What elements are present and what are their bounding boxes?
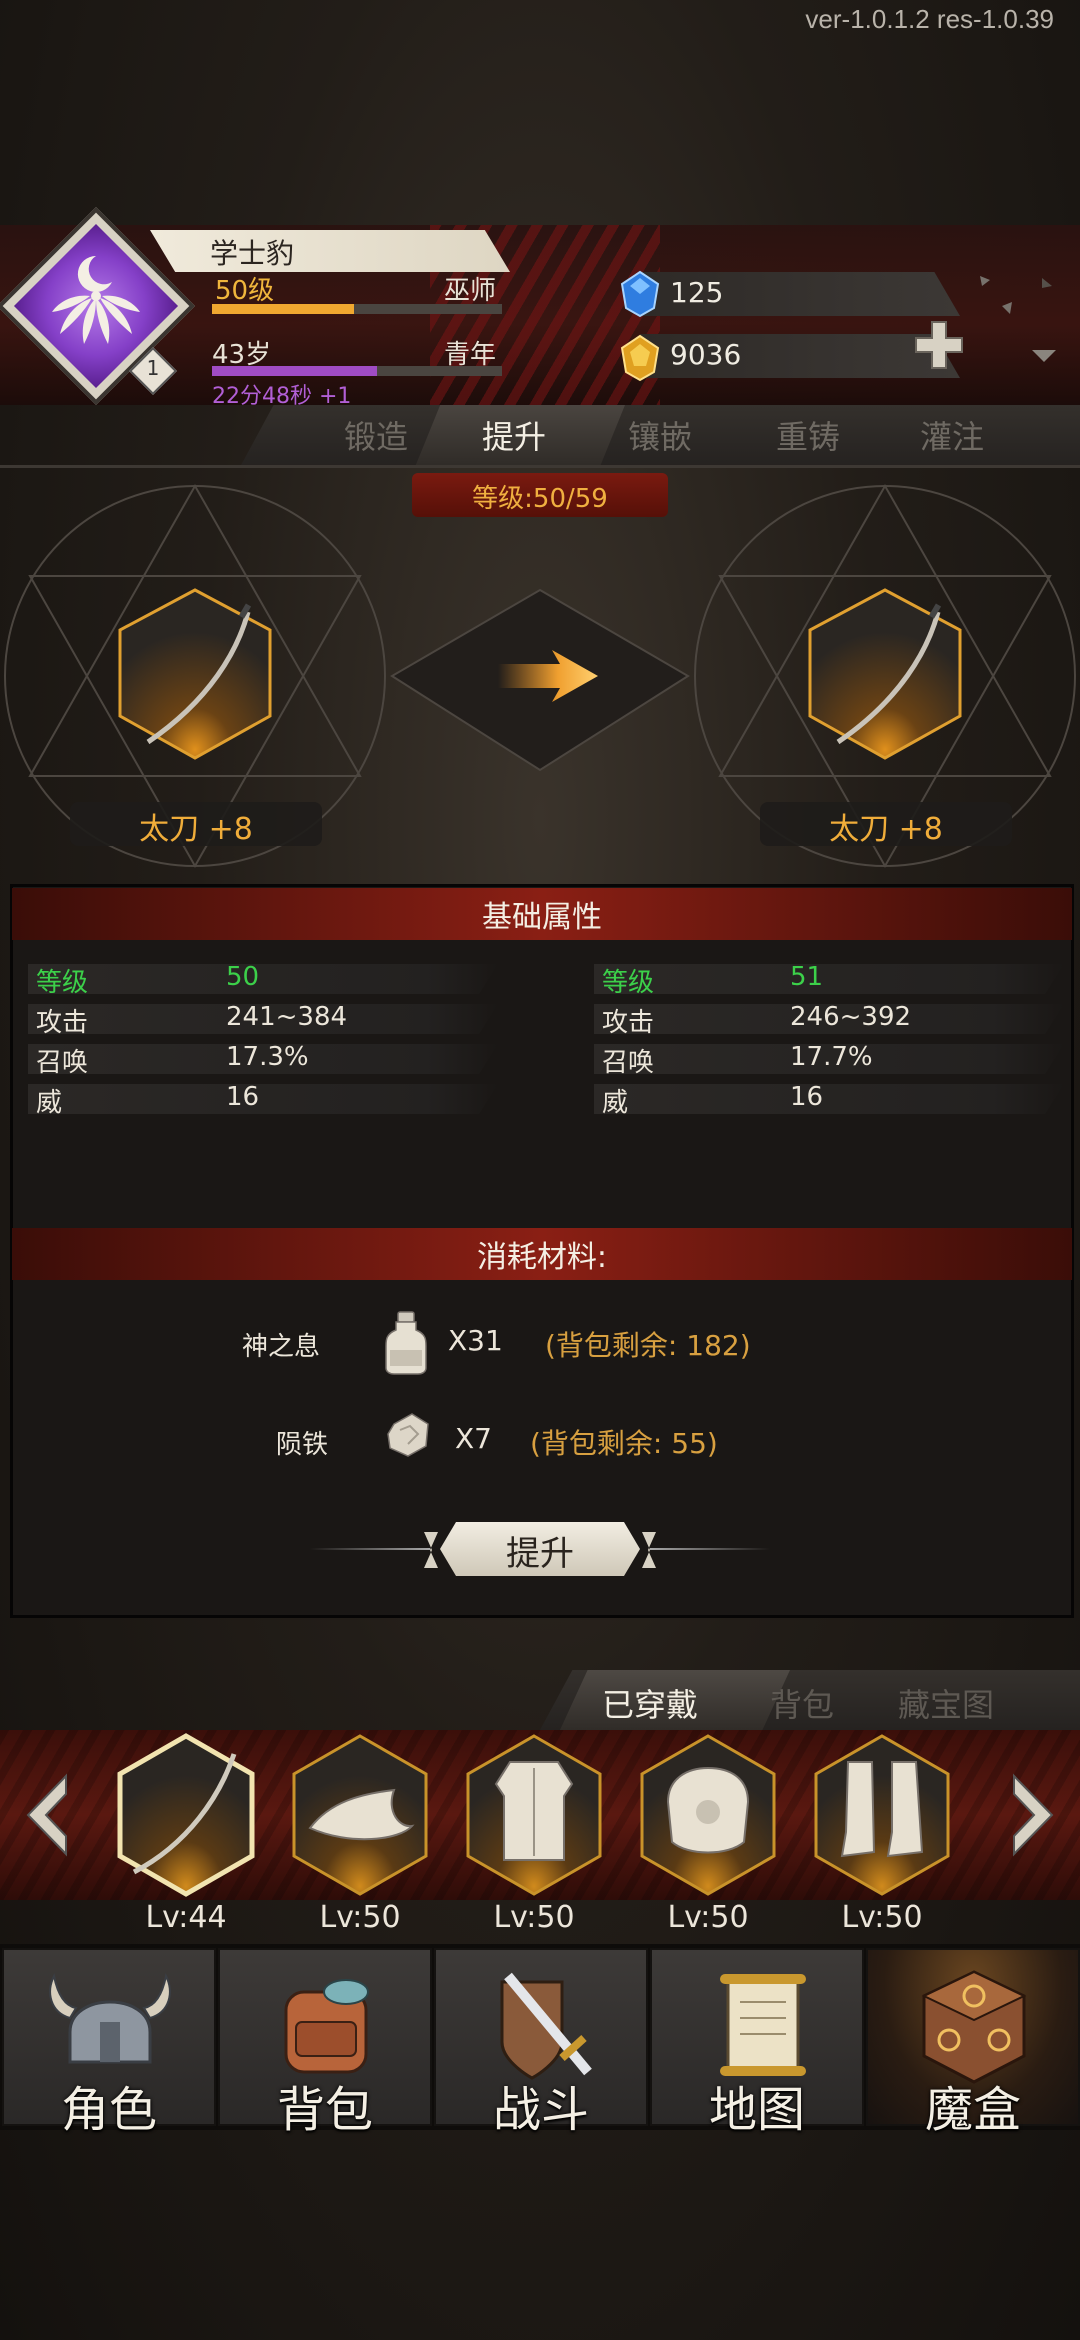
nav-character-label[interactable]: 角色 <box>2 2070 216 2140</box>
add-currency-icon[interactable] <box>912 318 968 374</box>
button-line-right <box>650 1548 770 1550</box>
equip-slot-boots[interactable] <box>812 1732 952 1898</box>
forge-tab-divider <box>0 465 1080 468</box>
chevron-left-icon[interactable] <box>18 1770 74 1860</box>
next-item-slot <box>808 588 962 760</box>
tab-treasure-map[interactable]: 藏宝图 <box>898 1680 994 1726</box>
character-level: 50级 <box>215 276 275 306</box>
equip-slot-gauntlet[interactable] <box>638 1732 778 1898</box>
next-item-name: 太刀 +8 <box>829 812 943 847</box>
current-item-name: 太刀 +8 <box>139 812 253 847</box>
chevron-right-icon[interactable] <box>1006 1770 1062 1860</box>
equip-level: Lv:50 <box>841 1900 923 1935</box>
material-quantity: X31 <box>448 1324 503 1357</box>
nav-map-label[interactable]: 地图 <box>650 2070 864 2140</box>
level-progress-fill <box>212 304 354 314</box>
stat-label: 召唤 <box>602 1048 655 1078</box>
tab-forge[interactable]: 锻造 <box>344 412 408 458</box>
material-remaining: (背包剩余: 182) <box>545 1329 751 1362</box>
character-name: 学士豹 <box>210 237 295 270</box>
stat-label: 攻击 <box>602 1008 655 1038</box>
button-cap-right <box>642 1532 656 1568</box>
materials-title: 消耗材料: <box>476 1240 608 1275</box>
tab-equipped[interactable]: 已穿戴 <box>602 1680 698 1726</box>
tab-backpack[interactable]: 背包 <box>770 1680 834 1726</box>
stat-value: 16 <box>226 1082 260 1112</box>
avatar-badge-number: 1 <box>146 356 160 380</box>
stat-label: 威 <box>36 1088 63 1118</box>
character-class: 巫师 <box>444 276 497 306</box>
tab-reforge[interactable]: 重铸 <box>776 412 840 458</box>
upgrade-button-label[interactable]: 提升 <box>440 1526 640 1575</box>
stat-row-bg <box>594 1084 1064 1114</box>
button-line-left <box>310 1548 430 1550</box>
blue-gem-icon <box>620 270 660 318</box>
nav-magic-box-label[interactable]: 魔盒 <box>866 2070 1080 2140</box>
equip-level: Lv:44 <box>145 1900 227 1935</box>
button-cap-left <box>424 1532 438 1568</box>
equip-level: Lv:50 <box>493 1900 575 1935</box>
tab-upgrade[interactable]: 提升 <box>482 412 546 458</box>
stat-value: 17.7% <box>790 1042 873 1072</box>
stat-row-bg <box>594 964 1064 994</box>
age-progress-fill <box>212 366 377 376</box>
stat-value: 241~384 <box>226 1002 348 1032</box>
stat-label: 威 <box>602 1088 629 1118</box>
gold-gem-icon <box>620 334 660 382</box>
tab-inlay[interactable]: 镶嵌 <box>628 412 692 458</box>
stat-label: 等级 <box>36 968 89 998</box>
gold-count: 9036 <box>670 338 742 371</box>
equip-level: Lv:50 <box>667 1900 749 1935</box>
stat-value: 246~392 <box>790 1002 912 1032</box>
potion-bottle-icon <box>385 1311 427 1375</box>
corner-decoration <box>980 276 1056 362</box>
stat-label: 等级 <box>602 968 655 998</box>
stat-value: 50 <box>226 962 260 992</box>
version-label: ver-1.0.1.2 res-1.0.39 <box>805 4 1054 34</box>
equip-slot-armor[interactable] <box>464 1732 604 1898</box>
equip-slot-weapon[interactable] <box>116 1732 256 1898</box>
material-quantity: X7 <box>455 1422 492 1455</box>
stat-value: 51 <box>790 962 824 992</box>
equip-slot-hat[interactable] <box>290 1732 430 1898</box>
stat-value: 17.3% <box>226 1042 309 1072</box>
tab-infuse[interactable]: 灌注 <box>920 412 984 458</box>
nav-backpack-label[interactable]: 背包 <box>218 2070 432 2140</box>
current-item-slot <box>118 588 272 760</box>
stat-row-bg <box>28 1084 498 1114</box>
gem-count: 125 <box>670 276 724 309</box>
material-name: 神之息 <box>242 1332 321 1362</box>
ore-icon <box>387 1413 429 1457</box>
stats-title: 基础属性 <box>482 900 602 935</box>
material-name: 陨铁 <box>276 1430 329 1460</box>
nav-battle-label[interactable]: 战斗 <box>434 2070 648 2140</box>
stat-row-bg <box>28 964 498 994</box>
name-plate <box>150 230 510 272</box>
material-remaining: (背包剩余: 55) <box>530 1427 718 1460</box>
moon-feather-emblem-icon <box>52 255 140 344</box>
stat-label: 攻击 <box>36 1008 89 1038</box>
stat-label: 召唤 <box>36 1048 89 1078</box>
equip-level: Lv:50 <box>319 1900 401 1935</box>
stat-value: 16 <box>790 1082 824 1112</box>
